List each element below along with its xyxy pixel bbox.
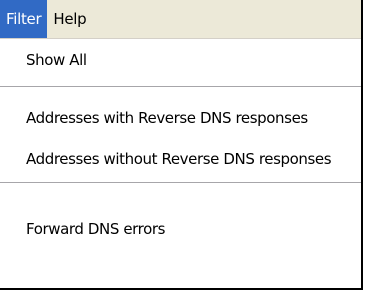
menu-separator bbox=[0, 86, 361, 87]
menu-help[interactable]: Help bbox=[47, 0, 92, 38]
menu-item-with-reverse-dns[interactable]: Addresses with Reverse DNS responses bbox=[0, 100, 361, 136]
menu-item-forward-dns-errors[interactable]: Forward DNS errors bbox=[0, 211, 361, 247]
filter-dropdown-menu: Show All Addresses with Reverse DNS resp… bbox=[0, 38, 361, 288]
menu-filter[interactable]: Filter bbox=[0, 0, 48, 38]
menu-item-show-all[interactable]: Show All bbox=[0, 42, 361, 78]
menu-item-without-reverse-dns[interactable]: Addresses without Reverse DNS responses bbox=[0, 141, 361, 177]
window-frame: Filter Help Show All Addresses with Reve… bbox=[0, 0, 363, 290]
menu-separator bbox=[0, 182, 361, 183]
menu-bar: Filter Help bbox=[0, 0, 361, 38]
